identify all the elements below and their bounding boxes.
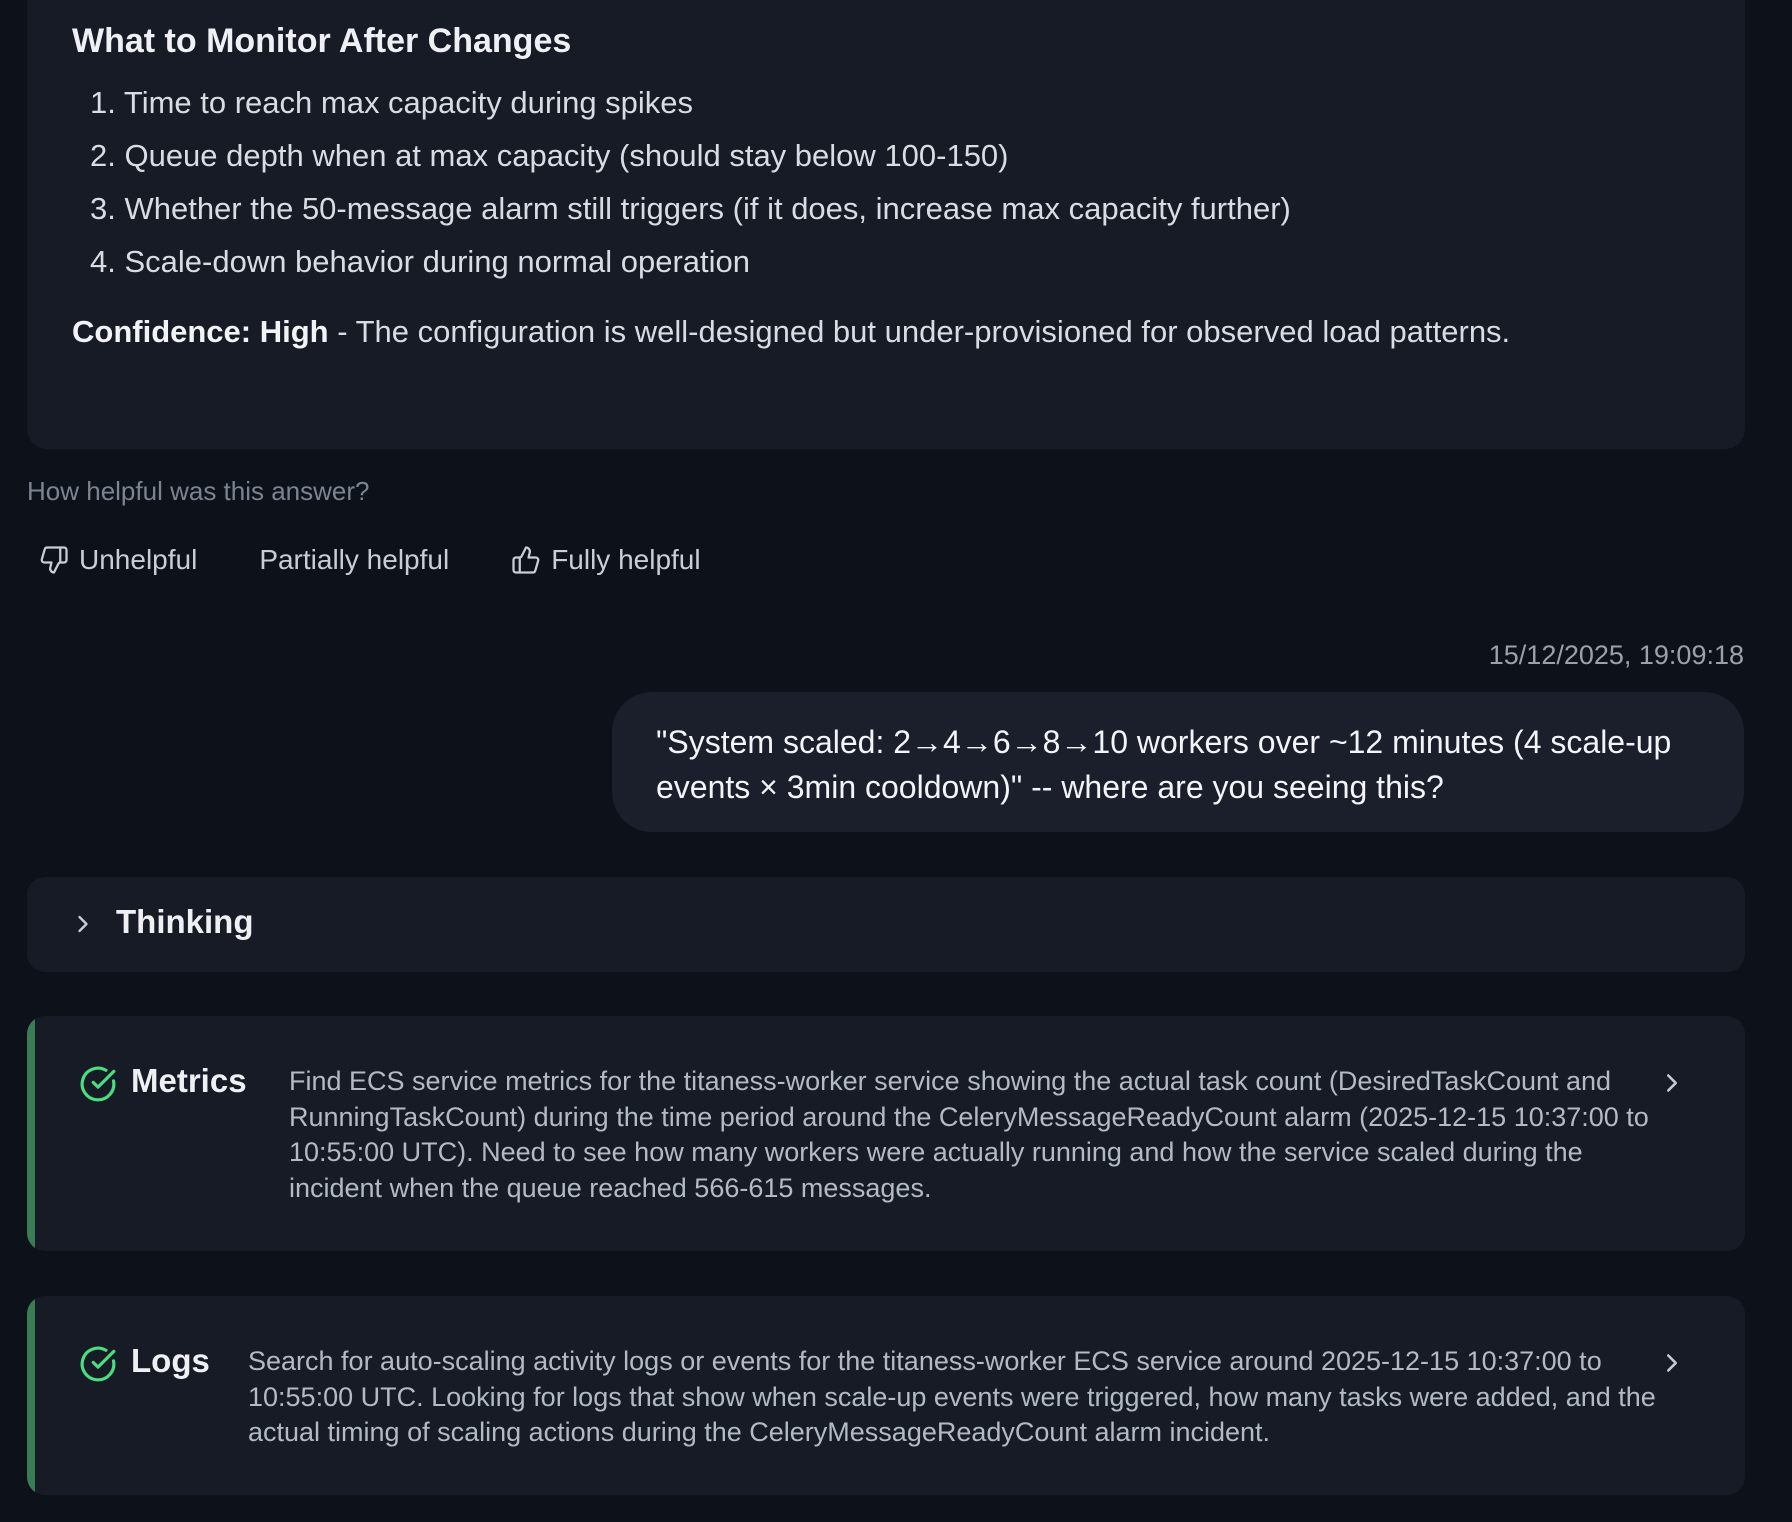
unhelpful-button[interactable]: Unhelpful bbox=[27, 544, 209, 576]
message-timestamp: 15/12/2025, 19:09:18 bbox=[1488, 640, 1744, 670]
chevron-right-icon bbox=[78, 915, 88, 933]
step-description: Search for auto-scaling activity logs or… bbox=[248, 1346, 1656, 1447]
thinking-label: Thinking bbox=[116, 903, 254, 940]
chevron-right-icon[interactable] bbox=[1657, 1348, 1687, 1378]
list-item: 4. Scale-down behavior during normal ope… bbox=[90, 244, 751, 279]
step-description: Find ECS service metrics for the titanes… bbox=[289, 1066, 1649, 1203]
thumbs-down-icon bbox=[40, 546, 68, 574]
step-title: Metrics bbox=[131, 1062, 247, 1099]
fully-helpful-button[interactable]: Fully helpful bbox=[499, 544, 712, 576]
metrics-step[interactable]: Metrics Find ECS service metrics for the… bbox=[27, 1016, 1745, 1251]
list-item: 3. Whether the 50-message alarm still tr… bbox=[90, 191, 1291, 226]
partially-helpful-label: Partially helpful bbox=[259, 544, 450, 575]
unhelpful-label: Unhelpful bbox=[79, 544, 198, 575]
partially-helpful-button[interactable]: Partially helpful bbox=[247, 544, 461, 576]
feedback-buttons: Unhelpful Partially helpful Fully helpfu… bbox=[27, 544, 713, 576]
step-title: Logs bbox=[131, 1342, 210, 1379]
answer-heading: What to Monitor After Changes bbox=[72, 22, 572, 60]
feedback-question: How helpful was this answer? bbox=[27, 476, 370, 506]
monitor-list: 1. Time to reach max capacity during spi… bbox=[72, 76, 1291, 288]
confidence-line: Confidence: High - The configuration is … bbox=[72, 314, 1510, 350]
list-item: 1. Time to reach max capacity during spi… bbox=[90, 85, 694, 120]
step-accent-bar bbox=[27, 1016, 35, 1251]
step-accent-bar bbox=[27, 1296, 35, 1495]
confidence-label: Confidence: High bbox=[72, 314, 329, 349]
logs-step[interactable]: Logs Search for auto-scaling activity lo… bbox=[27, 1296, 1745, 1495]
confidence-text: - The configuration is well-designed but… bbox=[328, 314, 1511, 349]
check-circle-icon bbox=[80, 1346, 116, 1382]
check-circle-icon bbox=[80, 1066, 116, 1102]
fully-helpful-label: Fully helpful bbox=[551, 544, 701, 575]
thumbs-up-icon bbox=[512, 546, 540, 574]
user-message-bubble: "System scaled: 2→4→6→8→10 workers over … bbox=[612, 692, 1744, 832]
assistant-answer-card: What to Monitor After Changes 1. Time to… bbox=[27, 0, 1745, 449]
thinking-toggle[interactable]: Thinking bbox=[27, 877, 1745, 972]
chevron-right-icon[interactable] bbox=[1657, 1068, 1687, 1098]
list-item: 2. Queue depth when at max capacity (sho… bbox=[90, 138, 1009, 173]
